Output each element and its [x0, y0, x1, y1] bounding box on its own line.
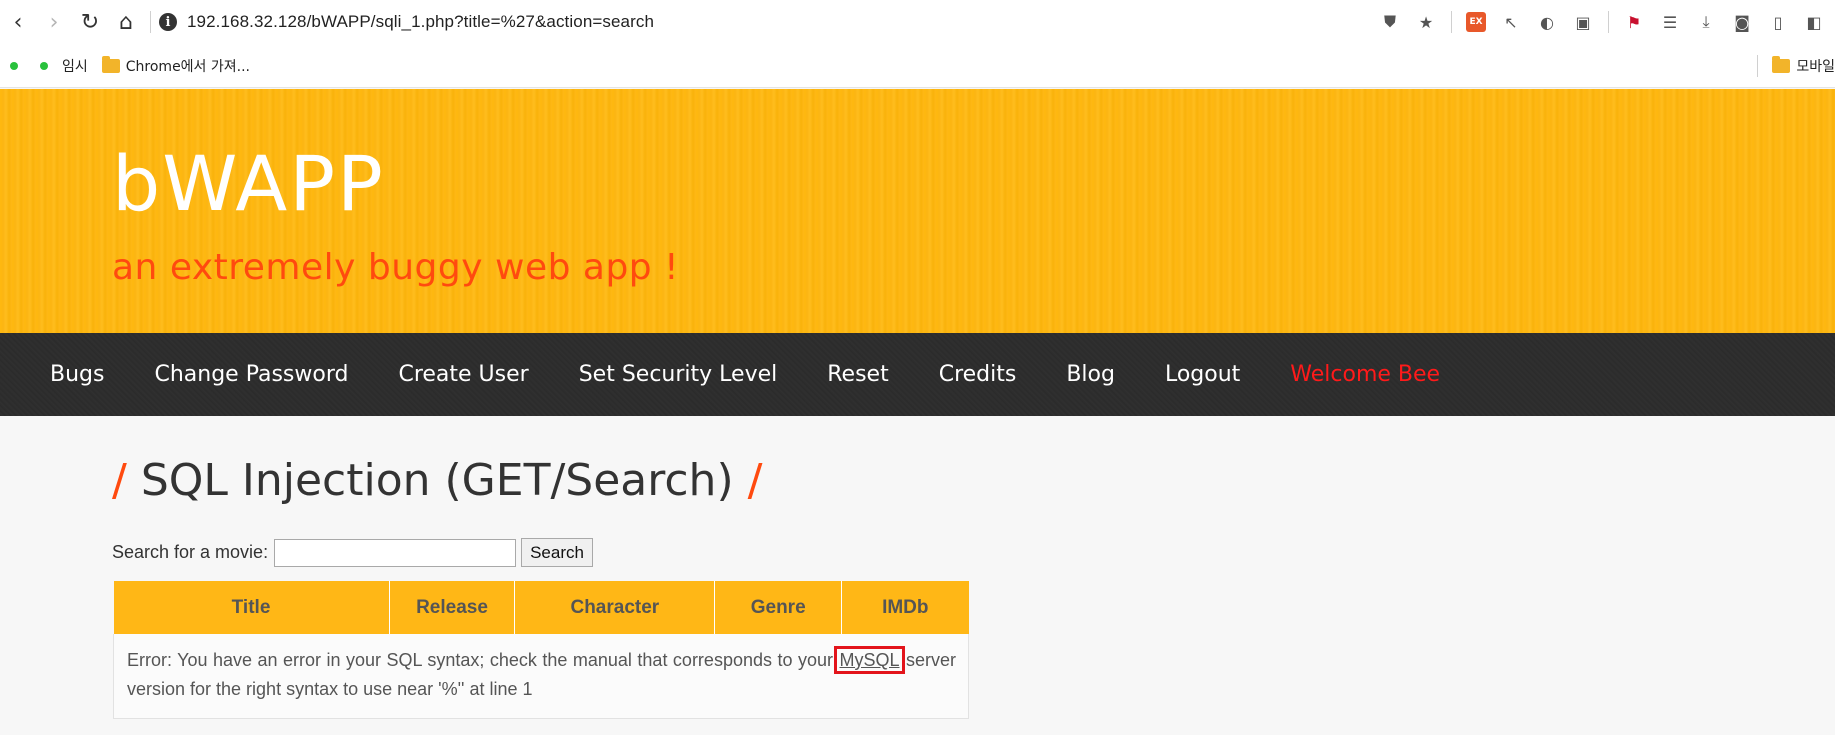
column-header-imdb: IMDb [841, 581, 969, 634]
extension-cursor-icon[interactable]: ↖ [1500, 11, 1522, 33]
screenshot-icon[interactable]: ◙ [1731, 11, 1753, 33]
table-row: Error: You have an error in your SQL syn… [113, 634, 969, 719]
reading-list-icon[interactable]: ☰ [1659, 11, 1681, 33]
reload-button[interactable]: ↻ [72, 4, 108, 40]
column-header-character: Character [514, 581, 716, 634]
search-form: Search for a movie: Search [112, 538, 593, 567]
sidebar-toggle-icon[interactable]: ▯ [1767, 11, 1789, 33]
bookmark-dot-icon[interactable] [10, 61, 18, 70]
search-label: Search for a movie: [112, 542, 269, 562]
bookmark-dot-icon-2[interactable] [40, 61, 48, 70]
title-slash-right: / [747, 455, 763, 506]
menu-item-set-security-level[interactable]: Set Security Level [579, 362, 778, 387]
bookmark-label: 임시 [62, 58, 88, 75]
search-button[interactable]: Search [521, 538, 593, 567]
menu-item-blog[interactable]: Blog [1066, 362, 1115, 387]
column-header-release: Release [389, 581, 516, 634]
results-table: Title Release Character Genre IMDb Error… [113, 581, 969, 719]
site-tagline: an extremely buggy web app ! [112, 247, 680, 288]
site-header: bWAPP an extremely buggy web app ! [0, 89, 1835, 333]
search-input[interactable] [274, 538, 517, 567]
site-info-icon[interactable]: i [159, 13, 177, 31]
shield-icon[interactable]: ⛊ [1379, 11, 1401, 33]
error-text-prefix: Error: You have an error in your SQL syn… [127, 650, 839, 670]
bookmark-item-temp[interactable]: 임시 [62, 56, 88, 76]
menu-item-credits[interactable]: Credits [939, 362, 1017, 387]
split-view-icon[interactable]: ◧ [1803, 11, 1825, 33]
column-header-genre: Genre [714, 581, 843, 634]
address-separator [150, 11, 151, 33]
bookmark-folder-imported[interactable]: Chrome에서 가져... [101, 55, 250, 76]
bookmark-folder-mobile[interactable]: 모바일 [1772, 56, 1835, 76]
page-title: / SQL Injection (GET/Search) / [112, 455, 762, 506]
forward-button[interactable]: › [36, 4, 72, 40]
sql-error-message: Error: You have an error in your SQL syn… [113, 634, 969, 719]
extension-screen-icon[interactable]: ▣ [1572, 11, 1594, 33]
toolbar-right: ⛊ ★ EX ↖ ◐ ▣ ⚑ ☰ ⤓ ◙ ▯ ◧ [1379, 0, 1825, 44]
back-button[interactable]: ‹ [0, 4, 36, 40]
extension-ex-icon[interactable]: EX [1466, 12, 1486, 32]
menu-item-bugs[interactable]: Bugs [50, 362, 104, 387]
download-icon[interactable]: ⤓ [1695, 11, 1717, 33]
home-icon: ⌂ [119, 9, 133, 35]
menu-item-logout[interactable]: Logout [1165, 362, 1240, 387]
menu-item-create-user[interactable]: Create User [398, 362, 528, 387]
toolbar-divider-2 [1608, 11, 1609, 33]
reload-icon: ↻ [80, 9, 100, 35]
back-icon: ‹ [13, 9, 23, 35]
home-button[interactable]: ⌂ [108, 4, 144, 40]
menu-item-reset[interactable]: Reset [827, 362, 888, 387]
mysql-link[interactable]: MySQL [834, 646, 905, 674]
table-header-row: Title Release Character Genre IMDb [113, 581, 969, 634]
extension-ex-label: EX [1469, 17, 1483, 27]
folder-icon [1772, 56, 1791, 73]
toolbar-divider [1451, 11, 1452, 33]
browser-toolbar: ‹ › ↻ ⌂ i 192.168.32.128/bWAPP/sqli_1.ph… [0, 0, 1835, 44]
bookmark-label: 모바일 [1796, 59, 1835, 75]
main-menu: Bugs Change Password Create User Set Sec… [0, 333, 1835, 416]
forward-icon: › [49, 9, 59, 35]
title-slash-left: / [112, 455, 127, 506]
site-logo: bWAPP [112, 139, 385, 228]
column-header-title: Title [113, 581, 390, 634]
translate-flag-icon[interactable]: ⚑ [1623, 11, 1645, 33]
address-bar[interactable]: 192.168.32.128/bWAPP/sqli_1.php?title=%2… [187, 12, 654, 32]
welcome-user-label: Welcome Bee [1290, 362, 1441, 387]
menu-item-change-password[interactable]: Change Password [154, 362, 348, 387]
bookmark-label: Chrome에서 가져... [125, 58, 250, 75]
bookmarks-divider [1757, 55, 1759, 77]
bookmarks-right: 모바일 [1757, 44, 1835, 88]
folder-icon [101, 55, 120, 73]
bookmark-star-icon[interactable]: ★ [1415, 11, 1437, 33]
bookmarks-bar: 임시 Chrome에서 가져... 모바일 [0, 44, 1835, 88]
extension-mouse-icon[interactable]: ◐ [1536, 11, 1558, 33]
page-title-text: SQL Injection (GET/Search) [140, 455, 734, 506]
